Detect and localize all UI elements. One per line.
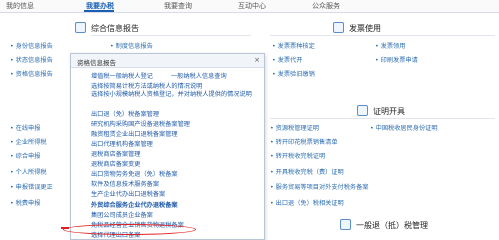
popup-header: 资格信息报告 × xyxy=(71,54,264,68)
section-title-invoice: 发票使用 xyxy=(349,24,381,33)
list-item[interactable]: • 发票领用 xyxy=(375,41,405,50)
popup-item[interactable]: 选择按小规模纳税人资格登记，并对纳税人提供的情况说明 xyxy=(91,91,261,99)
report-icon xyxy=(75,22,86,33)
list-item[interactable]: • 转开税收完税证明 xyxy=(270,151,325,160)
section-title-info-report: 综合信息报告 xyxy=(91,24,139,33)
list-item[interactable]: • 制度信息报告 xyxy=(110,41,153,50)
popup-item[interactable]: 出口退（免）税备案管理 xyxy=(91,109,159,118)
section-divider xyxy=(270,35,495,36)
list-item[interactable]: • 发票代开 xyxy=(272,55,302,64)
list-item[interactable]: • 综合申报 xyxy=(10,151,40,160)
section-divider xyxy=(91,35,251,36)
list-item[interactable]: • 税费申报 xyxy=(10,198,40,207)
popup-item[interactable]: 研究机构采购国产设备退税备案管理 xyxy=(91,119,190,128)
section-title-refund: 一般退（抵）税管理 xyxy=(356,221,428,230)
popup-item[interactable]: 融资租赁企业出口退税备案管理 xyxy=(91,129,178,138)
nav-divider xyxy=(0,12,499,13)
section-title-certificates: 证明开具 xyxy=(373,107,405,116)
popup-item-highlighted[interactable]: 外贸综合服务企业代办退税备案 xyxy=(91,200,178,209)
list-item[interactable]: • 印刷发票申请 xyxy=(375,55,418,64)
section-divider xyxy=(270,118,495,119)
popup-item[interactable]: 集团公司成员企业备案 xyxy=(91,210,153,219)
popup-item[interactable]: 一般纳税人信息查询 xyxy=(171,71,227,80)
list-item[interactable]: • 转开印花税票销售清单 xyxy=(270,137,338,146)
top-navigation: 我的信息 我要办税 我要查询 互动中心 公众服务 xyxy=(0,0,499,12)
list-item[interactable]: • 发票票种核定 xyxy=(272,41,315,50)
list-item[interactable]: • 开具税收完税（费）证明 xyxy=(270,167,344,176)
qualification-report-popup: 资格信息报告 × 增值税一般纳税人登记 一般纳税人信息查询 选择按简易计税方法或… xyxy=(70,53,265,240)
list-item[interactable]: • 企业所得税 xyxy=(10,137,47,146)
list-item[interactable]: • 状态信息报告 xyxy=(10,55,53,64)
popup-item[interactable]: 出口货物劳务免退（免）税备案 xyxy=(91,169,178,178)
nav-public-service[interactable]: 公众服务 xyxy=(312,1,340,11)
highlight-ellipse xyxy=(63,224,196,235)
close-icon[interactable]: × xyxy=(254,56,260,64)
list-item[interactable]: • 申报错误更正 xyxy=(10,182,53,191)
popup-item[interactable]: 选择按简易计税方法或纳税人的情况说明 xyxy=(91,81,202,90)
list-item[interactable]: • 个人所得税 xyxy=(10,167,47,176)
list-item[interactable]: • 服务贸易等项目对外支付税务备案 xyxy=(270,182,368,191)
list-item[interactable]: • 在线申报 xyxy=(10,123,40,132)
certificate-icon xyxy=(357,105,368,116)
list-item[interactable]: • 发票验旧缴销 xyxy=(272,69,315,78)
popup-item[interactable]: 退税商店备案管理 xyxy=(91,149,141,158)
popup-item[interactable]: 出口代理机构备案管理 xyxy=(91,139,153,148)
list-item[interactable]: • 身份信息报告 xyxy=(10,41,53,50)
list-item[interactable]: • 出口退（免）税相关证明 xyxy=(270,198,344,207)
popup-item[interactable]: 增值税一般纳税人登记 xyxy=(91,71,153,80)
list-item[interactable]: • 资格信息报告 xyxy=(10,69,53,78)
list-item[interactable]: • 资源税管理证明 xyxy=(270,123,319,132)
nav-my-info[interactable]: 我的信息 xyxy=(6,1,34,11)
nav-interaction[interactable]: 互动中心 xyxy=(238,1,266,11)
invoice-icon xyxy=(333,22,344,33)
popup-item[interactable]: 生产企业代办出口退税备案 xyxy=(91,189,165,198)
highlight-pointer xyxy=(61,227,69,229)
popup-title: 资格信息报告 xyxy=(77,59,116,67)
popup-item[interactable]: 退税商店备案变更 xyxy=(91,159,141,168)
refund-icon xyxy=(340,219,351,230)
nav-query[interactable]: 我要查询 xyxy=(164,1,192,11)
popup-item[interactable]: 软件及信息技术服务备案 xyxy=(91,179,159,188)
list-item[interactable]: • 中国税收居民身份证明 xyxy=(370,123,438,132)
